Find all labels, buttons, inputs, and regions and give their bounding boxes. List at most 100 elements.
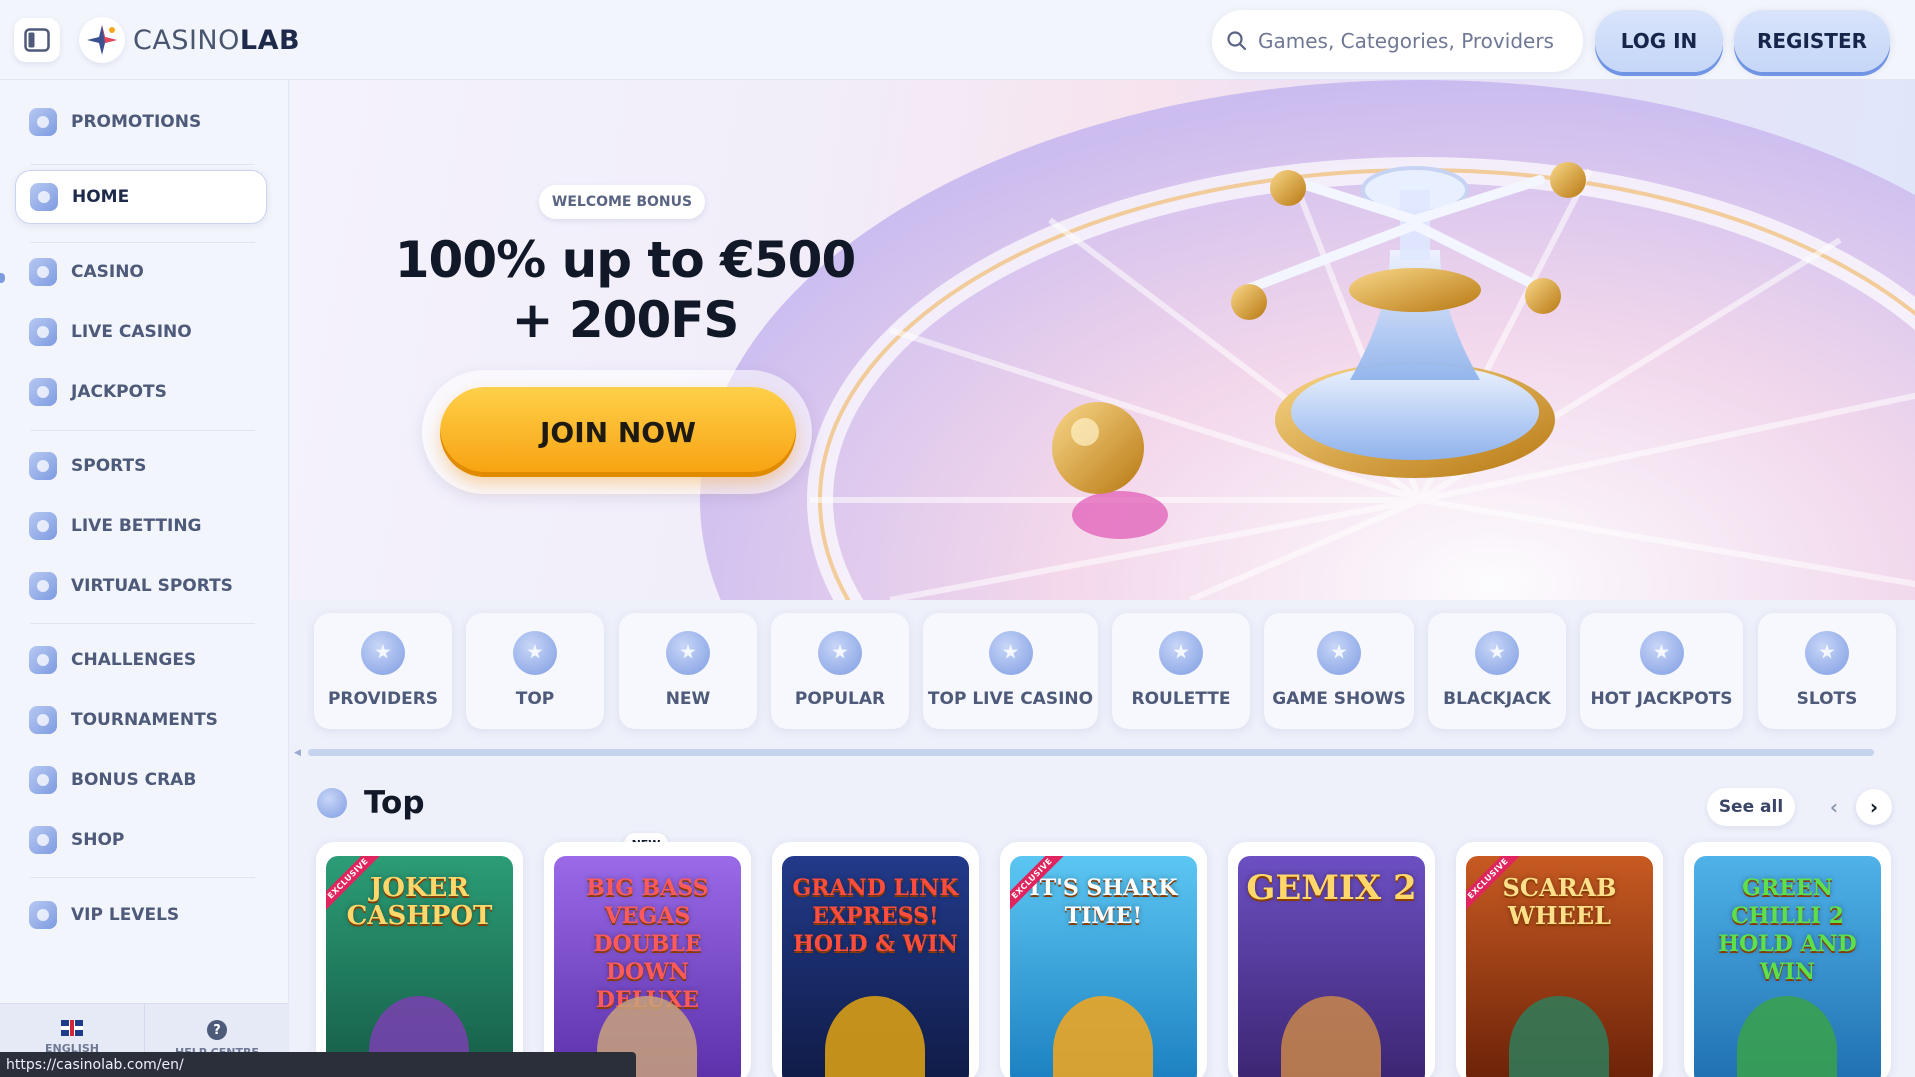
trophy-board-icon	[29, 452, 57, 480]
game-thumbnail: GRAND LINK EXPRESS! HOLD & WIN	[782, 856, 969, 1077]
play-icon	[29, 572, 57, 600]
chevron-right-icon: ›	[1869, 795, 1879, 819]
home-icon	[30, 183, 58, 211]
search-bar[interactable]	[1212, 10, 1583, 72]
game-title: GREEN CHILLI 2 HOLD AND WIN	[1718, 875, 1857, 985]
gold-train-character	[825, 996, 925, 1077]
sidebar-item-tournaments[interactable]: TOURNAMENTS	[15, 693, 267, 747]
active-indicator	[0, 273, 5, 283]
category-top[interactable]: TOP	[466, 613, 604, 729]
game-card[interactable]: GREEN CHILLI 2 HOLD AND WIN	[1684, 842, 1891, 1077]
category-label: POPULAR	[794, 689, 886, 709]
sidebar-item-label: PROMOTIONS	[71, 112, 202, 132]
logo-wordmark: CASINOLAB	[133, 24, 301, 56]
sidebar-item-virtual-sports[interactable]: VIRTUAL SPORTS	[15, 559, 267, 613]
browser-status-url: https://casinolab.com/en/	[0, 1052, 636, 1077]
game-card[interactable]: GRAND LINK EXPRESS! HOLD & WIN	[772, 842, 979, 1077]
game-title: SCARAB WHEEL	[1502, 873, 1617, 930]
divider	[30, 430, 255, 431]
game-thumbnail: EXCLUSIVE JOKER CASHPOT	[326, 856, 513, 1077]
shark-character	[1053, 996, 1153, 1077]
sidebar-item-live-casino[interactable]: LIVE CASINO	[15, 305, 267, 359]
category-hot-jackpots[interactable]: HOT JACKPOTS	[1580, 613, 1743, 729]
top-star-icon	[513, 631, 557, 675]
sidebar-toggle-icon	[24, 28, 50, 52]
chevron-left-icon: ‹	[1829, 795, 1839, 819]
game-title: BIG BASS VEGAS DOUBLE DOWN DELUXE	[586, 875, 709, 1013]
sidebar-item-challenges[interactable]: CHALLENGES	[15, 633, 267, 687]
sidebar-item-label: LIVE BETTING	[71, 516, 202, 536]
game-thumbnail: EXCLUSIVE IT'S SHARK TIME!	[1010, 856, 1197, 1077]
live-star-icon	[988, 631, 1033, 675]
see-all-button[interactable]: See all	[1707, 788, 1795, 826]
game-card[interactable]: BIG BASS VEGAS DOUBLE DOWN DELUXE	[544, 842, 751, 1077]
game-card[interactable]: EXCLUSIVE IT'S SHARK TIME!	[1000, 842, 1207, 1077]
crown-icon	[29, 901, 57, 929]
sidebar-item-live-betting[interactable]: LIVE BETTING	[15, 499, 267, 553]
category-top-live-casino[interactable]: TOP LIVE CASINO	[923, 613, 1098, 729]
badge-star-icon	[29, 646, 57, 674]
sidebar-item-label: CASINO	[71, 262, 144, 282]
section-title-top: Top	[364, 785, 425, 821]
category-label: TOP	[515, 689, 555, 709]
join-now-button[interactable]: JOIN NOW	[440, 387, 796, 477]
mexican-character	[1737, 996, 1837, 1077]
jackpot-icon	[29, 378, 57, 406]
trophy-icon	[29, 706, 57, 734]
sidebar-toggle-button[interactable]	[14, 18, 60, 62]
game-thumbnail: GEMIX 2	[1238, 856, 1425, 1077]
category-providers[interactable]: PROVIDERS	[314, 613, 452, 729]
game-thumbnail: GREEN CHILLI 2 HOLD AND WIN	[1694, 856, 1881, 1077]
crab-claw-icon	[29, 766, 57, 794]
coins-icon	[1639, 631, 1684, 675]
cart-icon	[29, 826, 57, 854]
sidebar-item-bonus-crab[interactable]: BONUS CRAB	[15, 753, 267, 807]
game-card[interactable]: EXCLUSIVE JOKER CASHPOT	[316, 842, 523, 1077]
game-title: IT'S SHARK TIME!	[1029, 875, 1178, 929]
scroll-left-icon[interactable]: ◀	[294, 748, 302, 758]
category-new[interactable]: NEW	[619, 613, 757, 729]
star-logo-icon	[79, 17, 125, 63]
game-title: JOKER CASHPOT	[346, 873, 493, 931]
carousel-next-button[interactable]: ›	[1856, 789, 1892, 825]
hero-title: 100% up to €500 + 200FS	[380, 230, 870, 350]
carousel-prev-button[interactable]: ‹	[1816, 789, 1852, 825]
category-scrollbar[interactable]	[308, 749, 1874, 756]
category-label: SLOTS	[1796, 689, 1858, 709]
live-betting-icon	[29, 512, 57, 540]
category-label: ROULETTE	[1131, 689, 1231, 709]
sidebar-item-label: CHALLENGES	[71, 650, 197, 670]
category-game-shows[interactable]: GAME SHOWS	[1264, 613, 1414, 729]
sidebar-item-label: HOME	[72, 187, 130, 207]
game-card[interactable]: EXCLUSIVE SCARAB WHEEL	[1456, 842, 1663, 1077]
sidebar-item-home[interactable]: HOME	[15, 170, 267, 224]
category-label: TOP LIVE CASINO	[927, 689, 1094, 709]
card-spade-icon	[1475, 631, 1519, 675]
category-popular[interactable]: POPULAR	[771, 613, 909, 729]
game-title: GRAND LINK EXPRESS! HOLD & WIN	[792, 875, 959, 957]
search-input[interactable]	[1258, 29, 1568, 53]
login-button[interactable]: LOG IN	[1595, 10, 1723, 72]
game-card[interactable]: GEMIX 2	[1228, 842, 1435, 1077]
chip-icon	[29, 258, 57, 286]
sidebar-item-vip-levels[interactable]: VIP LEVELS	[15, 888, 267, 942]
providers-icon	[361, 631, 405, 675]
help-icon: ?	[207, 1020, 227, 1040]
sidebar-item-casino[interactable]: CASINO	[15, 245, 267, 299]
sidebar-item-label: LIVE CASINO	[71, 322, 192, 342]
divider	[30, 623, 255, 624]
hero-banner[interactable]: WELCOME BONUS 100% up to €500 + 200FS JO…	[290, 80, 1915, 600]
category-blackjack[interactable]: BLACKJACK	[1428, 613, 1566, 729]
category-roulette[interactable]: ROULETTE	[1112, 613, 1250, 729]
sidebar-item-shop[interactable]: SHOP	[15, 813, 267, 867]
sidebar-item-sports[interactable]: SPORTS	[15, 439, 267, 493]
sidebar-item-label: SPORTS	[71, 456, 147, 476]
category-slots[interactable]: SLOTS	[1758, 613, 1896, 729]
register-button[interactable]: REGISTER	[1734, 10, 1890, 72]
sidebar-item-promotions[interactable]: PROMOTIONS	[15, 95, 267, 149]
cat-character	[1509, 996, 1609, 1077]
casinolab-logo[interactable]: CASINOLAB	[79, 16, 300, 64]
sidebar-item-jackpots[interactable]: JACKPOTS	[15, 365, 267, 419]
new-tag-icon	[666, 631, 710, 675]
roulette-chip-icon	[1159, 631, 1203, 675]
